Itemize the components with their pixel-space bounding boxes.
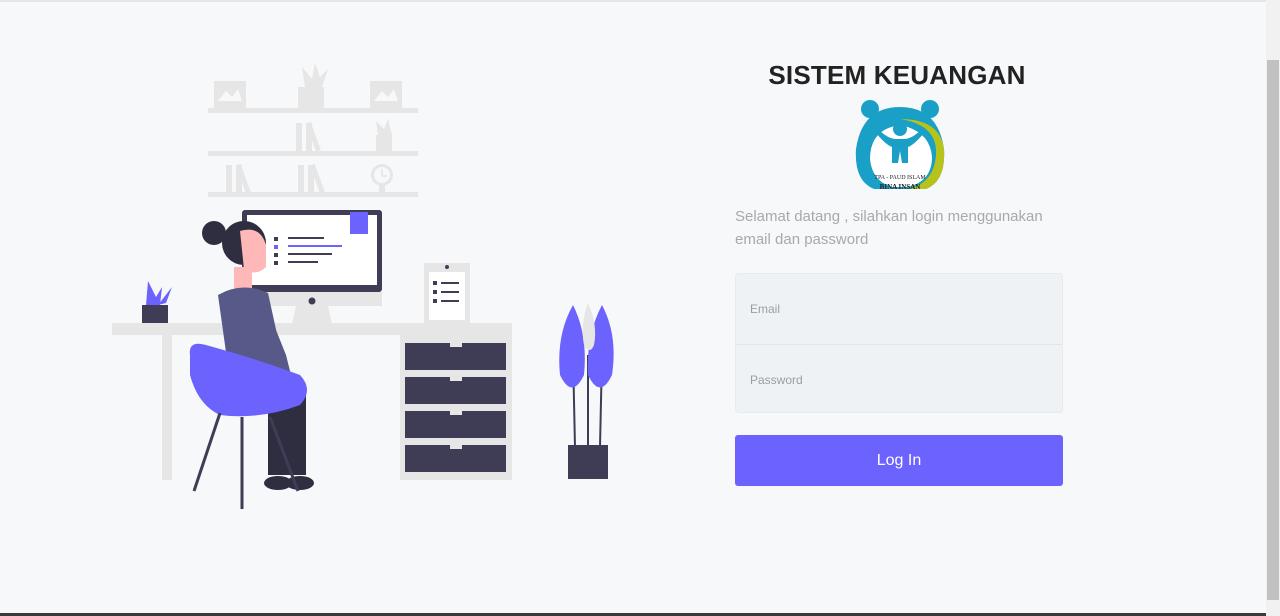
login-form <box>735 273 1063 413</box>
page-scrollbar[interactable] <box>1266 0 1280 616</box>
workspace-illustration <box>112 63 614 509</box>
svg-text:TPA - PAUD ISLAM: TPA - PAUD ISLAM <box>874 175 926 181</box>
welcome-text: Selamat datang , silahkan login mengguna… <box>735 208 1043 248</box>
desk-leg <box>162 335 172 480</box>
login-panel: SISTEM KEUANGAN TPA - PAUD ISLAM BINA IN… <box>735 60 1065 486</box>
desk-plant <box>142 281 172 323</box>
scrollbar-thumb[interactable] <box>1267 60 1279 600</box>
password-field[interactable] <box>736 344 1062 412</box>
app-title: SISTEM KEUANGAN <box>768 60 1026 90</box>
clipboard <box>424 263 470 325</box>
svg-text:BINA INSAN: BINA INSAN <box>880 183 921 191</box>
window-top-border <box>0 0 1266 2</box>
login-button[interactable]: Log In <box>735 435 1063 486</box>
bina-insan-logo: TPA - PAUD ISLAM BINA INSAN <box>855 100 945 191</box>
email-field[interactable] <box>736 274 1062 344</box>
floor-plant <box>559 303 614 479</box>
